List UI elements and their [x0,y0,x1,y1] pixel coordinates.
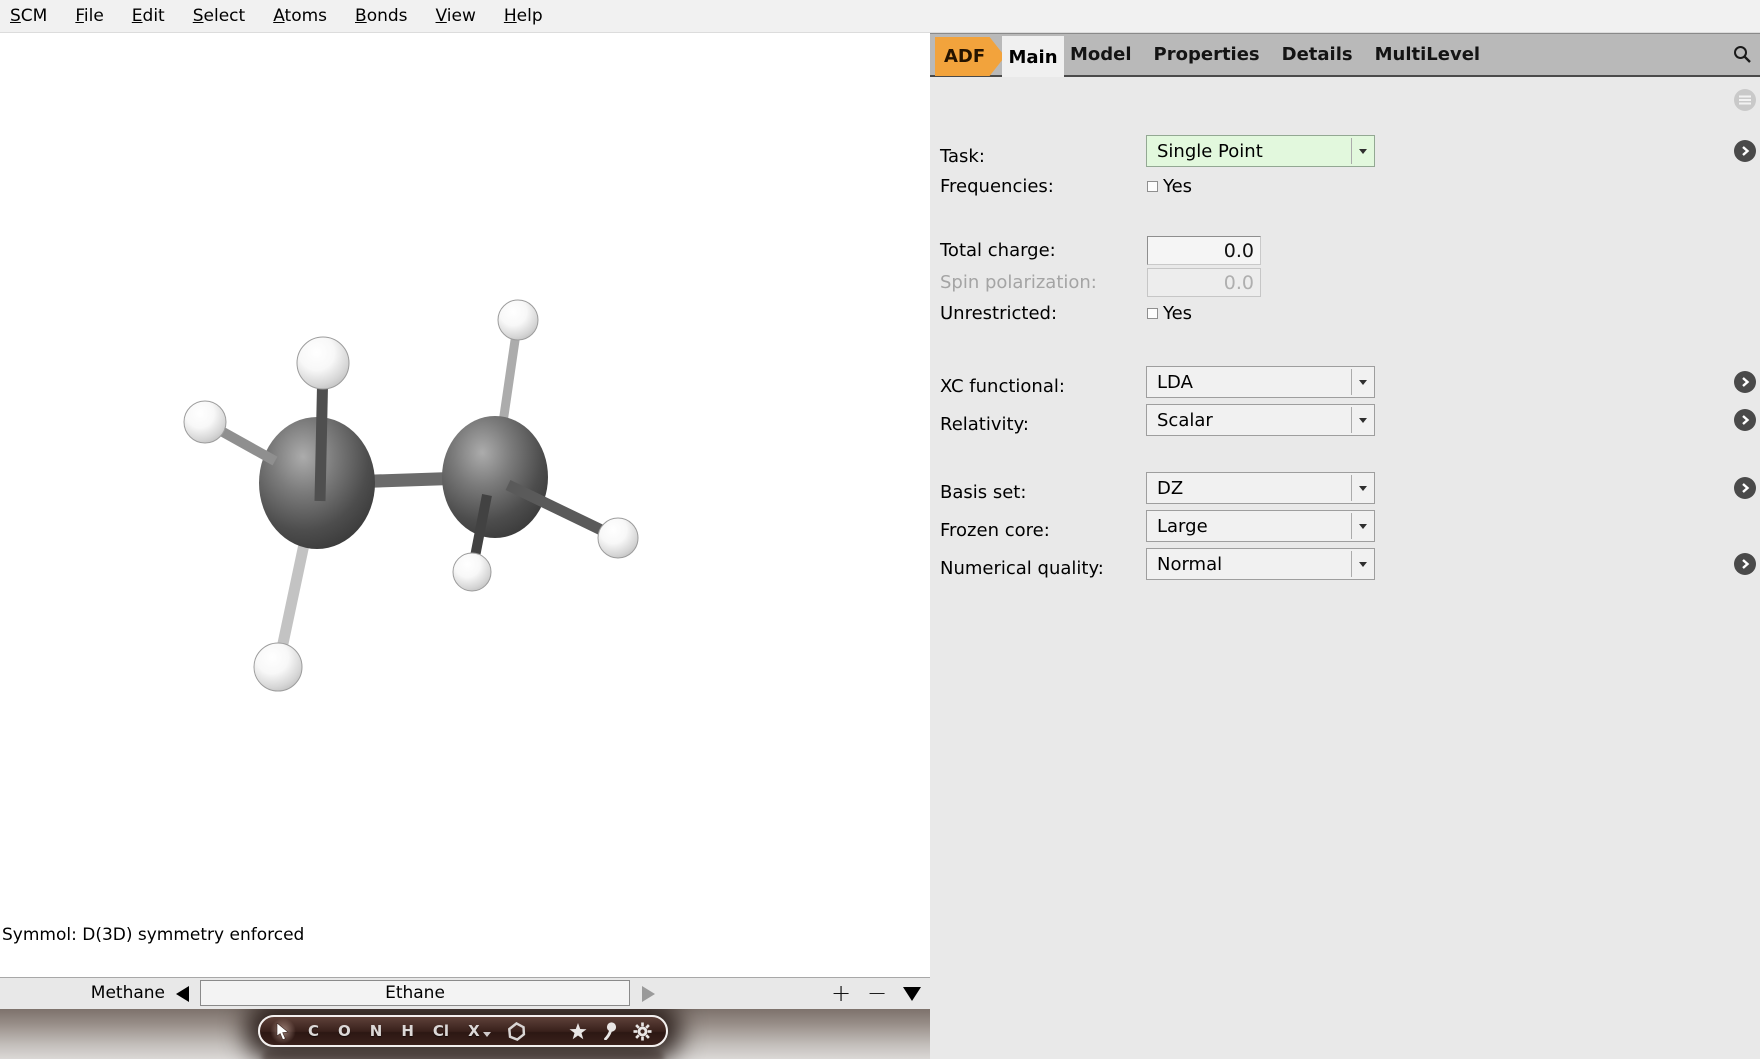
settings-gear-icon[interactable] [633,1022,652,1041]
element-toolbar: C O N H Cl X [258,1015,668,1047]
hydrogen-atom-3[interactable] [254,643,302,691]
previous-molecule-icon[interactable] [176,986,189,1002]
basis-set-detail-button[interactable] [1734,477,1756,499]
frequencies-checkbox[interactable] [1147,181,1158,192]
unrestricted-yes-label[interactable]: Yes [1163,303,1192,324]
relativity-label: Relativity: [940,409,1029,441]
frozen-core-label: Frozen core: [940,515,1050,547]
tab-model[interactable]: Model [1070,44,1132,65]
element-o-button[interactable]: O [338,1022,351,1040]
pill-reflection [262,1051,664,1059]
xc-functional-dropdown[interactable]: LDA [1146,366,1375,398]
structures-star-icon[interactable] [569,1023,587,1040]
task-value: Single Point [1157,141,1263,162]
search-icon[interactable] [1732,44,1752,64]
numerical-quality-detail-button[interactable] [1734,553,1756,575]
spin-polarization-label: Spin polarization: [940,268,1097,297]
dropdown-arrow-icon [1359,486,1367,491]
frozen-core-dropdown[interactable]: Large [1146,510,1375,542]
menu-help[interactable]: Help [504,6,543,26]
tab-details[interactable]: Details [1282,44,1353,65]
dropdown-arrow-icon [1359,418,1367,423]
carbon-atom-2[interactable] [442,416,548,538]
hydrogen-atom-2[interactable] [184,401,226,443]
numerical-quality-value: Normal [1157,554,1222,575]
tab-adf[interactable]: ADF [935,37,1005,76]
tab-main[interactable]: Main [1002,36,1064,78]
relativity-detail-button[interactable] [1734,409,1756,431]
ring-tool-icon[interactable] [507,1022,526,1041]
hydrogen-atom-5[interactable] [453,553,491,591]
tab-properties[interactable]: Properties [1154,44,1260,65]
molecule-nav-bar: Methane Ethane + − [0,977,930,1009]
basis-set-value: DZ [1157,478,1183,499]
chevron-down-icon [483,1032,491,1037]
symmetry-status: Symmol: D(3D) symmetry enforced [2,925,304,945]
molecule-viewer[interactable]: Symmol: D(3D) symmetry enforced [0,33,930,977]
frequencies-label: Frequencies: [940,176,1054,197]
dropdown-arrow-icon [1359,149,1367,154]
select-cursor-icon[interactable] [270,1018,296,1044]
molecule-list-icon[interactable] [903,987,921,1001]
menu-bonds[interactable]: Bonds [355,6,408,26]
basis-set-dropdown[interactable]: DZ [1146,472,1375,504]
element-h-button[interactable]: H [401,1022,414,1040]
xc-functional-detail-button[interactable] [1734,371,1756,393]
tool-strip: C O N H Cl X [0,1009,930,1059]
task-label: Task: [940,141,985,173]
hydrogen-atom-6[interactable] [598,518,638,558]
panel-menu-icon[interactable] [1734,89,1756,111]
xc-functional-label: XC functional: [940,371,1065,403]
basis-set-label: Basis set: [940,477,1026,509]
menu-atoms[interactable]: Atoms [273,6,327,26]
menu-select[interactable]: Select [193,6,245,26]
frequencies-yes-label[interactable]: Yes [1163,176,1192,197]
dropdown-arrow-icon [1359,380,1367,385]
element-other-dropdown[interactable]: X [468,1022,491,1040]
unrestricted-checkbox[interactable] [1147,308,1158,319]
element-c-button[interactable]: C [308,1022,319,1040]
task-dropdown[interactable]: Single Point [1146,135,1375,167]
menu-file[interactable]: File [75,6,103,26]
menu-edit[interactable]: Edit [132,6,165,26]
menu-bar: SCM File Edit Select Atoms Bonds View He… [0,0,1760,33]
dropdown-arrow-icon [1359,562,1367,567]
tab-multilevel[interactable]: MultiLevel [1375,44,1480,65]
hydrogen-atom-1[interactable] [297,337,349,389]
relativity-dropdown[interactable]: Scalar [1146,404,1375,436]
tab-bar: ADF Main Model Properties Details MultiL… [930,33,1760,77]
add-molecule-button[interactable]: + [828,978,854,1008]
menu-view[interactable]: View [436,6,476,26]
previous-molecule-label: Methane [60,983,165,1003]
unrestricted-label: Unrestricted: [940,303,1057,324]
task-detail-button[interactable] [1734,140,1756,162]
pen-tool-icon[interactable] [603,1022,617,1040]
ethane-molecule[interactable] [0,33,930,977]
xc-functional-value: LDA [1157,372,1193,393]
element-x-label: X [468,1022,480,1040]
dropdown-arrow-icon [1359,524,1367,529]
adf-input-window: SCM File Edit Select Atoms Bonds View He… [0,0,1760,1059]
next-molecule-icon[interactable] [642,986,655,1002]
element-n-button[interactable]: N [370,1022,383,1040]
element-cl-button[interactable]: Cl [433,1022,449,1040]
current-molecule-selector[interactable]: Ethane [200,980,630,1006]
total-charge-label: Total charge: [940,236,1056,265]
frozen-core-value: Large [1157,516,1208,537]
menu-scm[interactable]: SCM [10,6,47,26]
total-charge-input[interactable]: 0.0 [1147,236,1261,265]
spin-polarization-input: 0.0 [1147,268,1261,297]
numerical-quality-label: Numerical quality: [940,553,1104,585]
remove-molecule-button[interactable]: − [864,978,890,1008]
relativity-value: Scalar [1157,410,1213,431]
hydrogen-atom-4[interactable] [498,300,538,340]
numerical-quality-dropdown[interactable]: Normal [1146,548,1375,580]
